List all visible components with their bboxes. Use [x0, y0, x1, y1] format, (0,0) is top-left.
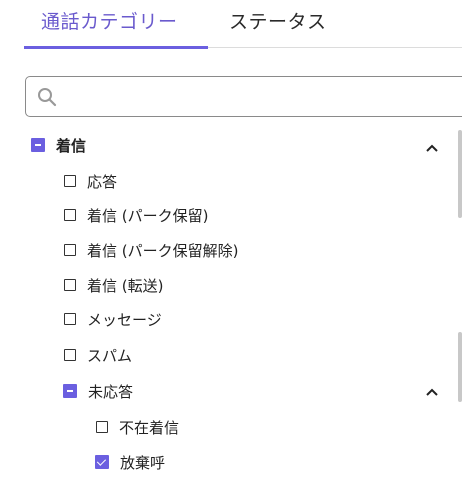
- chevron-up-icon[interactable]: [424, 386, 440, 398]
- tree-item-label: メッセージ: [87, 310, 162, 329]
- tree-item-unanswered[interactable]: 未応答: [63, 377, 133, 405]
- checkbox-indeterminate[interactable]: [63, 384, 77, 398]
- checkbox-indeterminate[interactable]: [31, 138, 45, 152]
- scrollbar-thumb-bottom[interactable]: [458, 332, 462, 402]
- tab-divider: [208, 47, 462, 48]
- tab-call-category[interactable]: 通話カテゴリー: [41, 7, 178, 34]
- tree-item-label: 着信 (パーク保留): [87, 206, 209, 225]
- tree-item-label: 着信 (パーク保留解除): [87, 241, 239, 260]
- chevron-up-icon[interactable]: [424, 142, 440, 154]
- tree-item-label: 着信 (転送): [87, 276, 164, 295]
- tree-item-transferred[interactable]: 着信 (転送): [64, 271, 163, 299]
- checkbox[interactable]: [64, 313, 76, 325]
- checkbox[interactable]: [96, 421, 108, 433]
- tree-item-label: 放棄呼: [120, 453, 166, 472]
- checkbox[interactable]: [64, 244, 76, 256]
- tab-status[interactable]: ステータス: [229, 7, 327, 34]
- tree-item-label: 着信: [56, 136, 87, 155]
- tree-item-abandoned[interactable]: 放棄呼: [95, 448, 165, 476]
- tree-item-parked[interactable]: 着信 (パーク保留): [64, 201, 208, 229]
- tree-item-spam[interactable]: スパム: [64, 341, 132, 369]
- checkbox-checked[interactable]: [95, 455, 109, 469]
- tree-item-unparked[interactable]: 着信 (パーク保留解除): [64, 236, 238, 264]
- tab-bar: 通話カテゴリー ステータス: [24, 0, 462, 49]
- checkbox[interactable]: [64, 279, 76, 291]
- tree-item-missed[interactable]: 不在着信: [96, 413, 179, 441]
- scrollbar-thumb-top[interactable]: [458, 130, 462, 218]
- tree-item-label: 未応答: [88, 382, 134, 401]
- tree-item-message[interactable]: メッセージ: [64, 305, 162, 333]
- active-tab-indicator: [24, 46, 208, 49]
- search-box[interactable]: [25, 76, 462, 117]
- search-icon: [38, 88, 57, 107]
- tree-item-label: スパム: [87, 346, 133, 365]
- checkbox[interactable]: [64, 209, 76, 221]
- search-input[interactable]: [66, 83, 450, 111]
- checkbox[interactable]: [64, 175, 76, 187]
- tree-item-label: 不在着信: [119, 418, 180, 437]
- tree-item-label: 応答: [87, 172, 118, 191]
- tree-item-answered[interactable]: 応答: [64, 167, 117, 195]
- tree-item-incoming[interactable]: 着信: [31, 131, 86, 159]
- checkbox[interactable]: [64, 349, 76, 361]
